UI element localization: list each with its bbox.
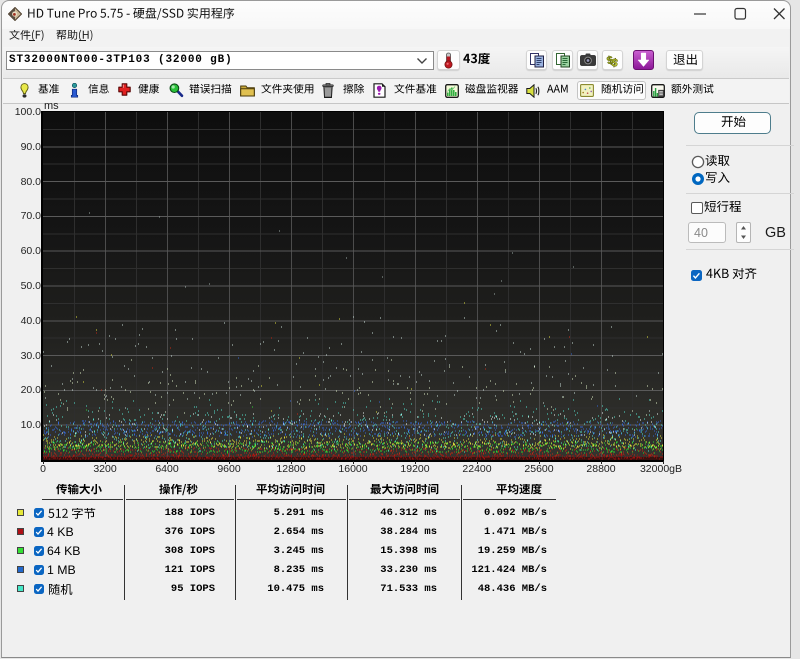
svg-text:$: $	[610, 57, 618, 69]
